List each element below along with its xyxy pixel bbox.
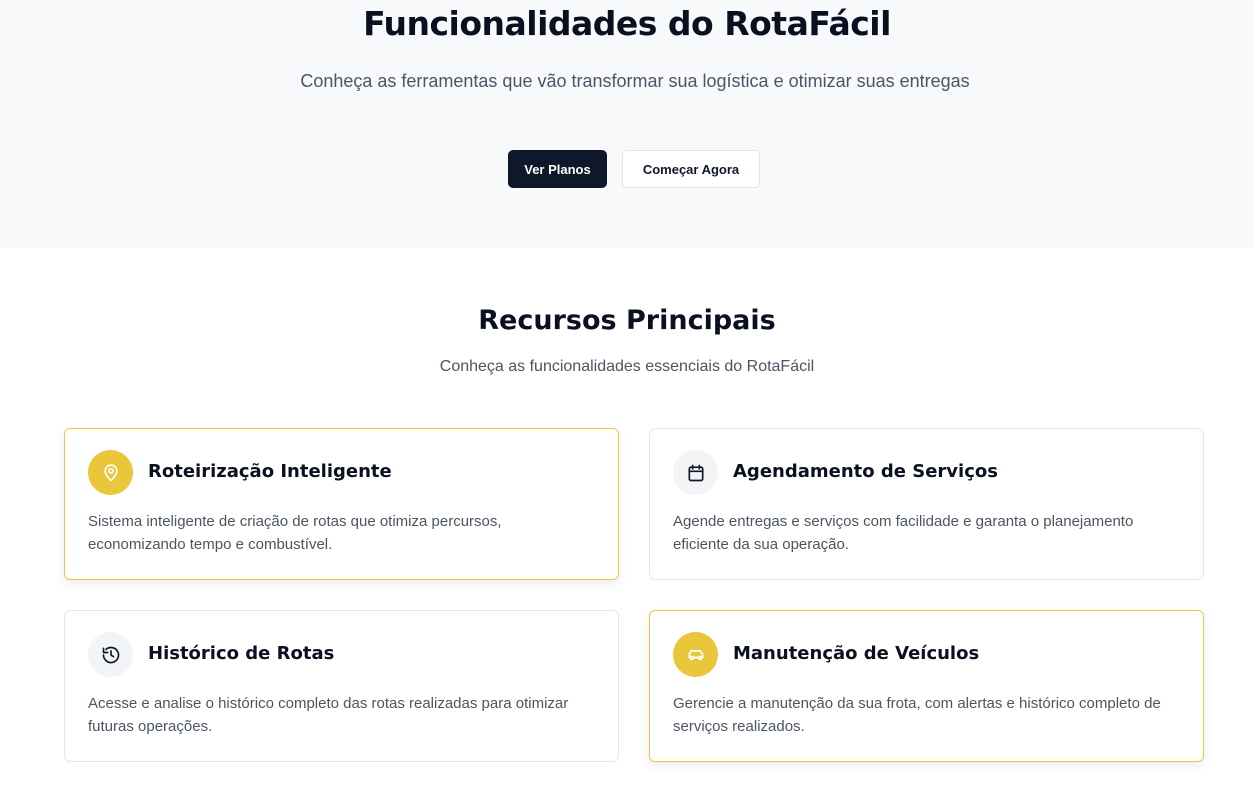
feature-card-scheduling[interactable]: Agendamento de Serviços Agende entregas … <box>649 428 1204 580</box>
feature-card-description: Acesse e analise o histórico completo da… <box>88 695 569 735</box>
page-title: Funcionalidades do RotaFácil <box>363 4 891 43</box>
hero-subtitle: Conheça as ferramentas que vão transform… <box>300 71 970 91</box>
view-plans-button[interactable]: Ver Planos <box>508 150 607 188</box>
feature-card-title: Manutenção de Veículos <box>733 643 980 664</box>
feature-card-description: Agende entregas e serviços com facilidad… <box>673 513 1134 553</box>
feature-card-routing[interactable]: Roteirização Inteligente Sistema intelig… <box>64 428 619 580</box>
feature-card-description: Gerencie a manutenção da sua frota, com … <box>673 695 1161 735</box>
feature-card-history[interactable]: Histórico de Rotas Acesse e analise o hi… <box>64 610 619 762</box>
car-icon <box>673 632 718 677</box>
map-pin-icon <box>88 450 133 495</box>
calendar-icon <box>673 450 718 495</box>
feature-card-description: Sistema inteligente de criação de rotas … <box>88 513 502 553</box>
feature-card-title: Agendamento de Serviços <box>733 461 998 482</box>
hero-section: Funcionalidades do RotaFácil Conheça as … <box>0 0 1254 248</box>
feature-card-title: Roteirização Inteligente <box>148 461 392 482</box>
section-subtitle: Conheça as funcionalidades essenciais do… <box>439 358 815 375</box>
feature-card-maintenance[interactable]: Manutenção de Veículos Gerencie a manute… <box>649 610 1204 762</box>
start-now-button[interactable]: Começar Agora <box>622 150 760 188</box>
section-title: Recursos Principais <box>478 305 776 336</box>
history-icon <box>88 632 133 677</box>
hero-actions: Ver Planos Começar Agora <box>508 150 760 188</box>
feature-card-title: Histórico de Rotas <box>148 643 335 664</box>
